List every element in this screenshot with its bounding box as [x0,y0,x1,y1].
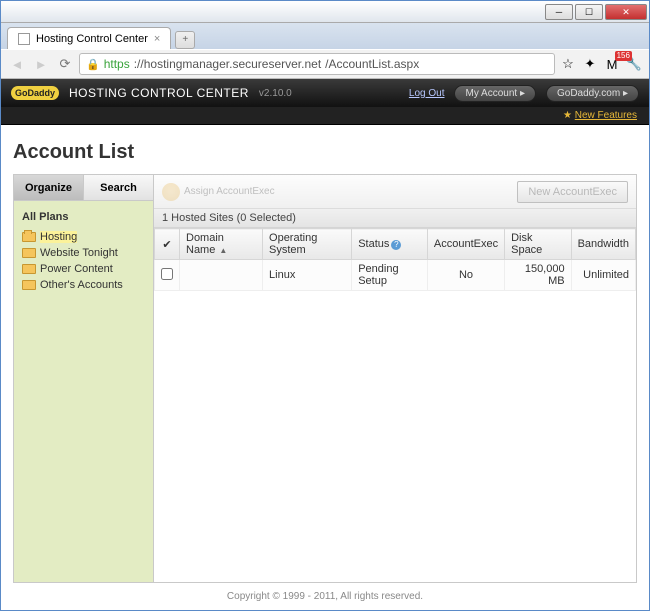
sidebar-item-label: Website Tonight [40,247,118,259]
table-row[interactable]: Linux Pending Setup No 150,000 MB Unlimi… [155,260,636,291]
cell-status: Pending Setup [352,260,428,291]
cell-disk: 150,000 MB [505,260,571,291]
col-status[interactable]: Status? [352,229,428,260]
sidebar-item-label: Power Content [40,263,113,275]
sidebar-item-label: Other's Accounts [40,279,123,291]
url-host: ://hostingmanager.secureserver.net [134,57,321,71]
window-minimize-button[interactable]: ─ [545,4,573,20]
col-checkbox[interactable]: ✔ [155,229,180,260]
col-accountexec[interactable]: AccountExec [427,229,504,260]
sidebar-item-label: Hosting [40,231,77,243]
window-titlebar: ─ ☐ ✕ [1,1,649,23]
extension-icon[interactable]: ✦ [581,55,599,73]
main-area: Assign AccountExec New AccountExec 1 Hos… [154,175,636,582]
browser-tab[interactable]: Hosting Control Center × [7,27,171,49]
url-protocol: https [104,57,130,71]
count-bar: 1 Hosted Sites (0 Selected) [154,209,636,228]
window-close-button[interactable]: ✕ [605,4,647,20]
app-header: GoDaddy HOSTING CONTROL CENTER v2.10.0 L… [1,79,649,107]
new-accountexec-button[interactable]: New AccountExec [517,181,628,203]
row-checkbox[interactable] [161,268,173,280]
gmail-badge: 156 [615,51,632,61]
footer-copyright: Copyright © 1999 - 2011, All rights rese… [13,583,637,606]
sidebar: Organize Search All Plans Hosting Websit… [14,175,154,582]
features-bar: ★ New Features [1,107,649,125]
folder-icon [22,264,36,274]
sidebar-item-website-tonight[interactable]: Website Tonight [14,245,153,261]
godaddy-button[interactable]: GoDaddy.com ▸ [546,85,639,102]
main-panel: Organize Search All Plans Hosting Websit… [13,174,637,583]
folder-icon [22,248,36,258]
toolbar: Assign AccountExec New AccountExec [154,175,636,209]
page-title: Account List [13,141,637,164]
browser-tabbar: Hosting Control Center × + [1,23,649,49]
tab-search[interactable]: Search [84,175,153,201]
plans-header: All Plans [14,201,153,229]
new-tab-button[interactable]: + [175,31,195,49]
person-icon [162,183,180,201]
address-bar[interactable]: 🔒 https ://hostingmanager.secureserver.ne… [79,53,555,75]
col-bandwidth[interactable]: Bandwidth [571,229,635,260]
col-domain[interactable]: Domain Name▲ [180,229,263,260]
sort-asc-icon: ▲ [219,246,227,255]
cell-bandwidth: Unlimited [571,260,635,291]
app-version: v2.10.0 [259,88,292,99]
url-path: /AccountList.aspx [325,57,419,71]
reload-button[interactable]: ⟳ [55,54,75,74]
browser-window: ─ ☐ ✕ Hosting Control Center × + ◄ ► ⟳ 🔒… [0,0,650,611]
page-icon [18,33,30,45]
gmail-extension-icon[interactable]: M156 [603,55,621,73]
cell-os: Linux [263,260,352,291]
forward-button[interactable]: ► [31,54,51,74]
assign-accountexec-button: Assign AccountExec [162,183,275,201]
folder-icon [22,280,36,290]
logout-link[interactable]: Log Out [409,88,445,99]
star-icon: ★ [563,110,572,121]
cell-accountexec: No [427,260,504,291]
col-disk[interactable]: Disk Space [505,229,571,260]
sidebar-item-power-content[interactable]: Power Content [14,261,153,277]
col-os[interactable]: Operating System [263,229,352,260]
tab-organize[interactable]: Organize [14,175,84,201]
brand-logo: GoDaddy [11,86,59,100]
sidebar-item-others-accounts[interactable]: Other's Accounts [14,277,153,293]
window-maximize-button[interactable]: ☐ [575,4,603,20]
new-features-link[interactable]: New Features [575,110,637,121]
app-title: HOSTING CONTROL CENTER [69,86,249,100]
tab-title: Hosting Control Center [36,33,148,45]
my-account-button[interactable]: My Account ▸ [454,85,536,102]
lock-icon: 🔒 [86,58,100,71]
bookmark-star-icon[interactable]: ☆ [559,55,577,73]
cell-domain [180,260,263,291]
folder-open-icon [22,232,36,242]
browser-navbar: ◄ ► ⟳ 🔒 https ://hostingmanager.secureser… [1,49,649,79]
page-content: GoDaddy HOSTING CONTROL CENTER v2.10.0 L… [1,79,649,610]
info-icon[interactable]: ? [391,240,401,250]
accounts-table: ✔ Domain Name▲ Operating System Status? … [154,228,636,291]
sidebar-item-hosting[interactable]: Hosting [14,229,153,245]
tab-close-icon[interactable]: × [154,33,160,45]
back-button[interactable]: ◄ [7,54,27,74]
